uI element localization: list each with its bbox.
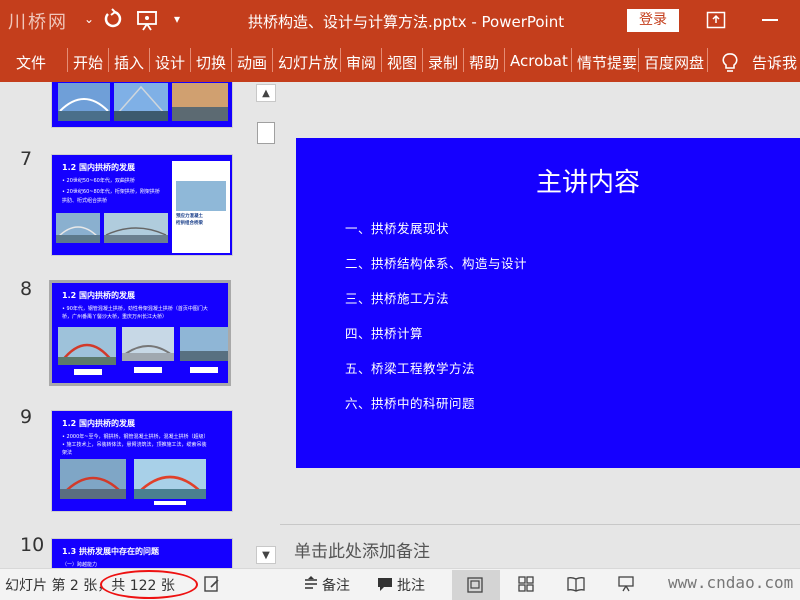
tab-home[interactable]: 开始 [73, 52, 103, 73]
ribbon-tabs: 文件 开始 插入 设计 切换 动画 幻灯片放 审阅 视图 录制 帮助 Acrob… [0, 42, 800, 82]
tab-help[interactable]: 帮助 [469, 52, 499, 73]
annotation-ellipse [100, 570, 198, 599]
accessibility-check-icon[interactable] [203, 575, 221, 593]
tab-insert[interactable]: 插入 [114, 52, 144, 73]
ribbon-separator [231, 48, 232, 72]
tab-baidu-netdisk[interactable]: 百度网盘 [644, 52, 704, 73]
site-logo: 川桥网 [8, 12, 68, 33]
tab-animations[interactable]: 动画 [237, 52, 267, 73]
quick-access-chevron-icon[interactable]: ⌄ [84, 12, 94, 26]
tab-storyboard[interactable]: 情节提要 [577, 52, 637, 73]
slide-thumbnail-8[interactable]: 1.2 国内拱桥的发展 • 90年代，钢管混凝土拱桥，劲性骨架混凝土拱桥（首页中… [49, 280, 231, 386]
comments-icon[interactable] [376, 575, 394, 593]
ribbon-separator [381, 48, 382, 72]
notes-placeholder[interactable]: 单击此处添加备注 [294, 537, 430, 562]
thumbnail-text: 架法 [62, 450, 73, 456]
slide-list-item[interactable]: 二、拱桥结构体系、构造与设计 [345, 253, 527, 272]
ribbon-separator [190, 48, 191, 72]
scroll-down-icon[interactable]: ▼ [256, 546, 276, 564]
present-from-start-icon[interactable] [136, 9, 160, 31]
notes-button[interactable]: 备注 [322, 575, 350, 595]
tab-view[interactable]: 视图 [387, 52, 417, 73]
title-bar: 川桥网 ⌄ ▾ 拱桥构造、设计与计算方法.pptx - PowerPoint 登… [0, 0, 800, 42]
login-button[interactable]: 登录 [627, 9, 679, 32]
slide-list-item[interactable]: 四、拱桥计算 [345, 323, 423, 342]
slide-number: 8 [20, 278, 33, 300]
slide-number: 10 [20, 534, 45, 556]
ribbon-separator [571, 48, 572, 72]
thumbnail-title: 1.3 拱桥发展中存在的问题 [62, 547, 159, 556]
notes-icon[interactable] [302, 575, 320, 593]
tab-review[interactable]: 审阅 [346, 52, 376, 73]
slide-list-item[interactable]: 三、拱桥施工方法 [345, 288, 449, 307]
thumbnail-text: • 20世纪50~60年代，双曲拱桥 [62, 178, 135, 184]
comments-button[interactable]: 批注 [397, 575, 425, 595]
slideshow-view-icon[interactable] [617, 575, 635, 593]
ribbon-separator [707, 48, 708, 72]
slide-number: 7 [20, 148, 33, 170]
thumbnail-title: 1.2 国内拱桥的发展 [62, 163, 135, 172]
slide-thumbnail-10[interactable]: 1.3 拱桥发展中存在的问题 （一）跨越能力 [51, 538, 233, 568]
slide-title[interactable]: 主讲内容 [536, 162, 640, 199]
ribbon-separator [149, 48, 150, 72]
tab-record[interactable]: 录制 [428, 52, 458, 73]
ribbon-separator [272, 48, 273, 72]
thumbnail-text: • 施工技术上，吊装转体法，悬臂浇筑法，顶推施工法，缆索吊装 [62, 442, 207, 448]
undo-icon[interactable] [102, 8, 124, 30]
slide-thumbnail-6[interactable] [51, 82, 233, 128]
tab-design[interactable]: 设计 [155, 52, 185, 73]
thumbnail-text: （一）跨越能力 [62, 562, 98, 568]
tab-tell-me[interactable]: 告诉我 [752, 52, 797, 73]
ribbon-separator [67, 48, 68, 72]
slide-list-item[interactable]: 五、桥梁工程教学方法 [345, 358, 475, 377]
tab-acrobat[interactable]: Acrobat [510, 52, 568, 70]
thumbnail-text: • 2000年~至今，钢拱桥，钢管混凝土拱桥，混凝土拱桥（超级） [62, 434, 209, 440]
ribbon-separator [340, 48, 341, 72]
ribbon-separator [463, 48, 464, 72]
document-title: 拱桥构造、设计与计算方法.pptx - PowerPoint [248, 13, 565, 31]
slide-sorter-view-icon[interactable] [517, 575, 535, 593]
normal-view-button[interactable] [452, 570, 500, 600]
thumbnail-photos [58, 83, 228, 121]
thumbnail-photos [60, 459, 206, 505]
book-title: 桁拱组合桥梁 [176, 221, 203, 226]
status-bar: 幻灯片 第 2 张，共 122 张 备注 批注 www.cndao.com [0, 568, 800, 600]
thumbnails-scrollbar[interactable]: ▲ ▼ [256, 82, 276, 568]
slide-editor: 主讲内容 一、拱桥发展现状 二、拱桥结构体系、构造与设计 三、拱桥施工方法 四、… [280, 82, 800, 568]
tab-file[interactable]: 文件 [16, 52, 46, 73]
scroll-up-icon[interactable]: ▲ [256, 84, 276, 102]
ribbon-display-options-icon[interactable] [706, 11, 726, 29]
thumbnail-title: 1.2 国内拱桥的发展 [62, 291, 135, 300]
thumbnail-text: • 90年代，钢管混凝土拱桥，劲性骨架混凝土拱桥（首页中图门大 [62, 306, 208, 312]
reading-view-icon[interactable] [567, 575, 585, 593]
thumbnail-text: 桥，广州番禺丫髻沙大桥，重庆万州长江大桥） [62, 314, 168, 320]
thumbnail-text: • 20世纪60~80年代，桁架拱桥，刚架拱桥 [62, 189, 160, 195]
ribbon-separator [504, 48, 505, 72]
ribbon-separator [422, 48, 423, 72]
slide-thumbnail-7[interactable]: 1.2 国内拱桥的发展 • 20世纪50~60年代，双曲拱桥 • 20世纪60~… [51, 154, 233, 256]
minimize-icon[interactable] [762, 19, 778, 21]
book-title: 预应力混凝土 [176, 214, 203, 219]
scrollbar-handle[interactable] [257, 122, 275, 144]
book-cover-image: 预应力混凝土 桁拱组合桥梁 [172, 161, 230, 253]
site-watermark: www.cndao.com [668, 573, 794, 592]
ribbon-separator [638, 48, 639, 72]
current-slide[interactable]: 主讲内容 一、拱桥发展现状 二、拱桥结构体系、构造与设计 三、拱桥施工方法 四、… [296, 138, 800, 468]
thumbnail-text: 拱肋、桁式组合拱桥 [62, 198, 108, 204]
thumbnail-title: 1.2 国内拱桥的发展 [62, 419, 135, 428]
slide-list-item[interactable]: 一、拱桥发展现状 [345, 218, 449, 237]
lightbulb-icon[interactable] [721, 52, 739, 74]
notes-divider[interactable] [280, 524, 800, 525]
customize-quick-access-icon[interactable]: ▾ [174, 12, 180, 26]
slide-thumbnails-pane[interactable]: 7 1.2 国内拱桥的发展 • 20世纪50~60年代，双曲拱桥 • 20世纪6… [0, 82, 280, 568]
slide-thumbnail-9[interactable]: 1.2 国内拱桥的发展 • 2000年~至今，钢拱桥，钢管混凝土拱桥，混凝土拱桥… [51, 410, 233, 512]
thumbnail-photos [56, 213, 168, 243]
thumbnail-photos [58, 327, 228, 375]
ribbon-separator [108, 48, 109, 72]
slide-number: 9 [20, 406, 33, 428]
tab-slideshow[interactable]: 幻灯片放 [278, 52, 338, 73]
slide-list-item[interactable]: 六、拱桥中的科研问题 [345, 393, 475, 412]
tab-transitions[interactable]: 切换 [196, 52, 226, 73]
normal-view-icon [467, 577, 483, 593]
